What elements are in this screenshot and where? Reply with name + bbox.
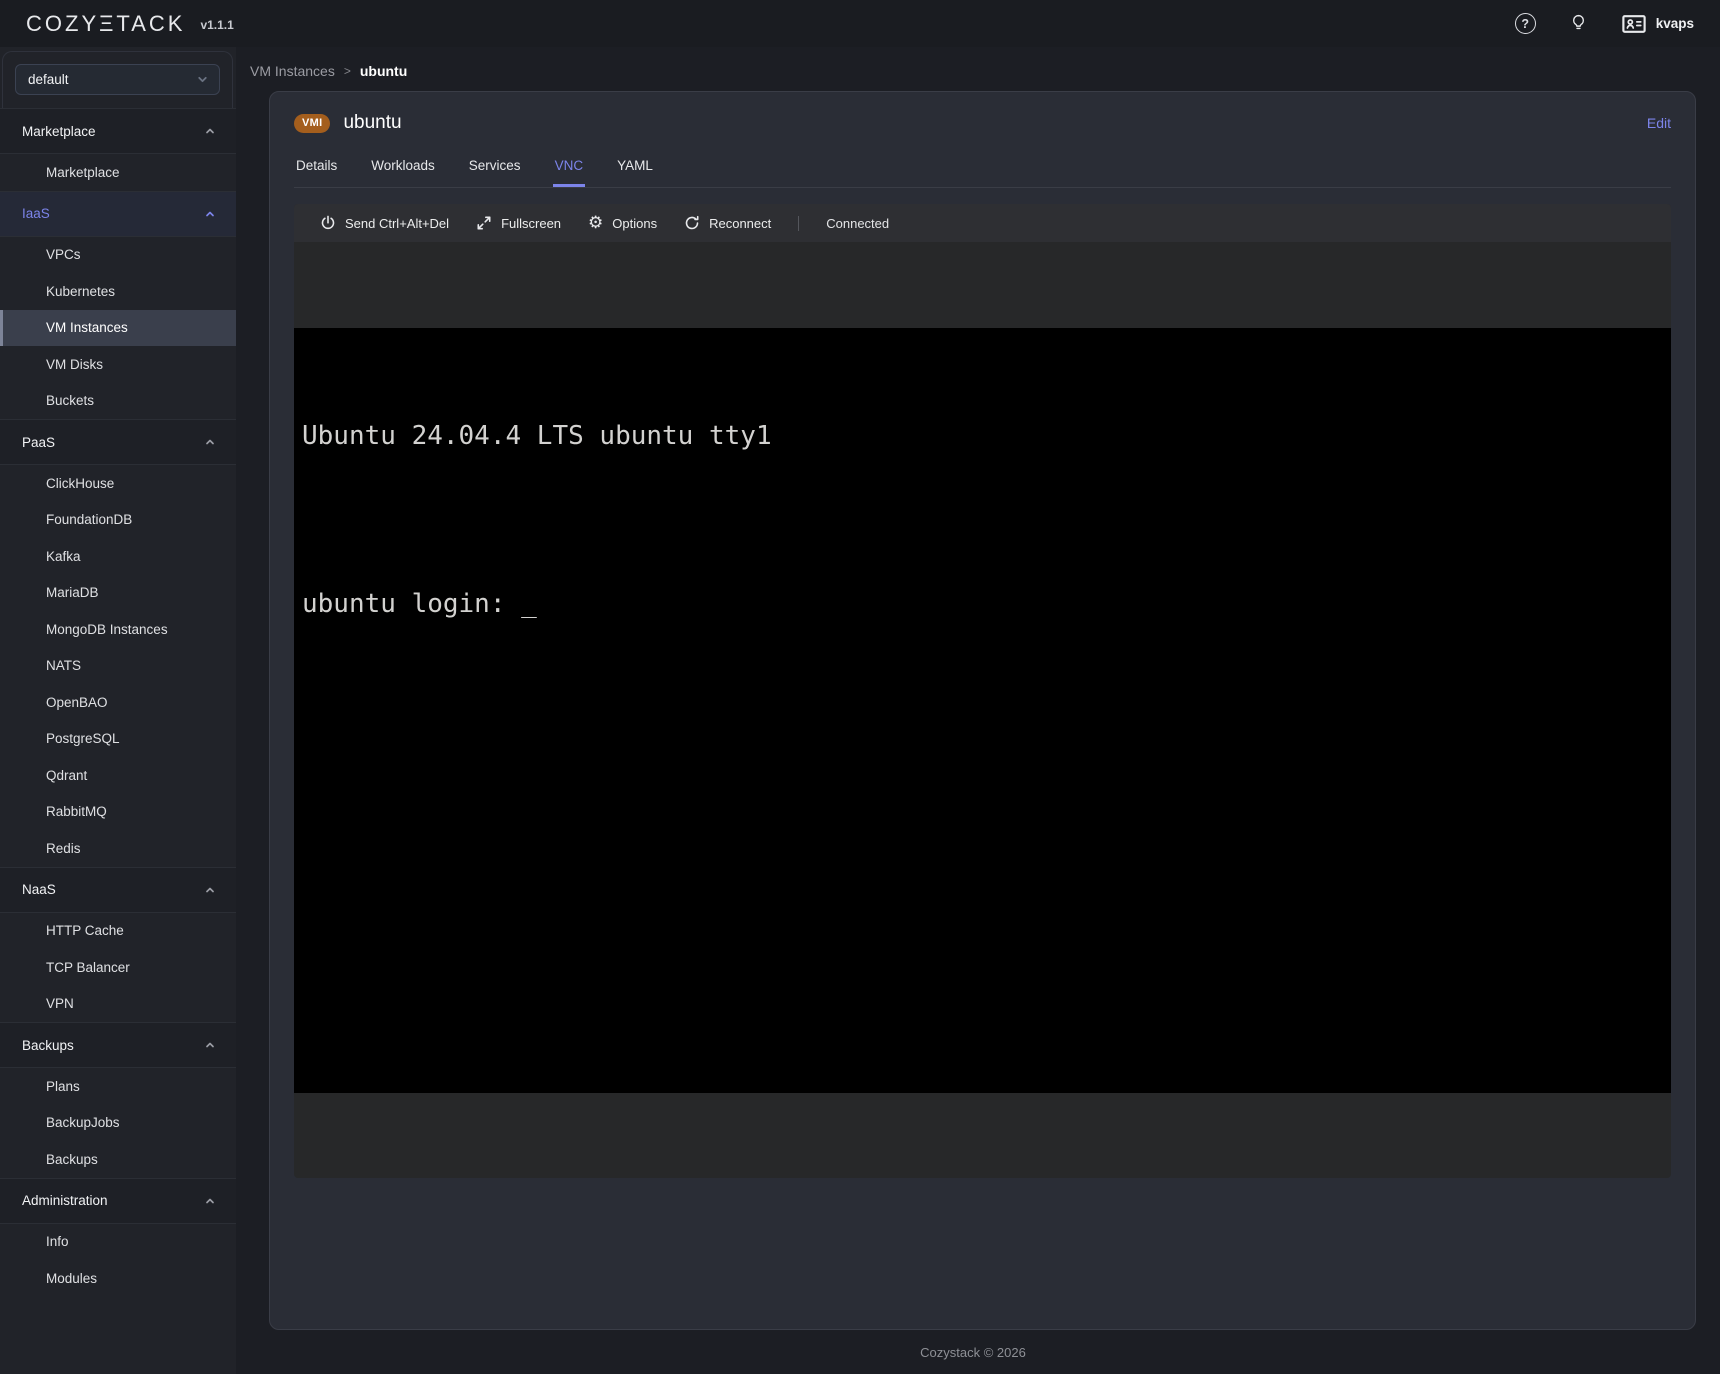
sidebar-item-kafka[interactable]: Kafka xyxy=(0,538,236,575)
tab-services[interactable]: Services xyxy=(467,150,523,187)
lightbulb-icon xyxy=(1568,13,1589,34)
sidebar-section-iaas[interactable]: IaaS xyxy=(0,191,236,237)
username: kvaps xyxy=(1656,16,1694,31)
terminal-prompt-line: ubuntu login: _ xyxy=(302,590,1671,618)
vnc-stage: Ubuntu 24.04.4 LTS ubuntu tty1 ubuntu lo… xyxy=(294,242,1671,1178)
gear-icon: ⚙ xyxy=(588,215,603,232)
chevron-up-icon xyxy=(204,1195,216,1207)
sidebar-item-vpn[interactable]: VPN xyxy=(0,986,236,1023)
vmi-kind-badge: VMI xyxy=(294,114,330,133)
sidebar-item-info[interactable]: Info xyxy=(0,1224,236,1261)
theme-toggle-button[interactable] xyxy=(1568,13,1589,34)
sidebar-item-vm-disks[interactable]: VM Disks xyxy=(0,346,236,383)
id-card-icon xyxy=(1621,13,1647,35)
card-header: VMI ubuntu Edit xyxy=(294,92,1671,134)
toolbar-divider xyxy=(798,216,799,231)
tab-bar: Details Workloads Services VNC YAML xyxy=(294,150,1671,188)
sidebar-item-mongodb-instances[interactable]: MongoDB Instances xyxy=(0,611,236,648)
sidebar-item-postgresql[interactable]: PostgreSQL xyxy=(0,721,236,758)
terminal-blank-line xyxy=(302,506,1671,534)
login-prompt: ubuntu login: xyxy=(302,589,521,619)
sidebar-item-nats[interactable]: NATS xyxy=(0,648,236,685)
sidebar-item-kubernetes[interactable]: Kubernetes xyxy=(0,273,236,310)
chevron-up-icon xyxy=(204,884,216,896)
terminal-cursor: _ xyxy=(521,589,537,619)
sidebar-item-modules[interactable]: Modules xyxy=(0,1260,236,1297)
reload-icon xyxy=(684,215,700,231)
main-content: VM Instances > ubuntu VMI ubuntu Edit De… xyxy=(236,47,1720,1374)
help-button[interactable]: ? xyxy=(1515,13,1536,34)
topbar: COZYΞTACK v1.1.1 ? kvaps xyxy=(0,0,1720,47)
sidebar-item-plans[interactable]: Plans xyxy=(0,1068,236,1105)
chevron-up-icon xyxy=(204,208,216,220)
breadcrumb-current: ubuntu xyxy=(360,63,407,79)
sidebar-item-http-cache[interactable]: HTTP Cache xyxy=(0,913,236,950)
sidebar-item-qdrant[interactable]: Qdrant xyxy=(0,757,236,794)
vm-detail-card: VMI ubuntu Edit Details Workloads Servic… xyxy=(269,91,1696,1330)
reconnect-button[interactable]: Reconnect xyxy=(684,215,771,231)
sidebar-item-vm-instances[interactable]: VM Instances xyxy=(0,310,236,347)
sidebar-item-tcp-balancer[interactable]: TCP Balancer xyxy=(0,949,236,986)
sidebar-item-marketplace[interactable]: Marketplace xyxy=(0,154,236,191)
sidebar-item-redis[interactable]: Redis xyxy=(0,830,236,867)
sidebar: default Marketplace Marketplace IaaS VPC… xyxy=(0,47,236,1374)
sidebar-item-backupjobs[interactable]: BackupJobs xyxy=(0,1105,236,1142)
sidebar-item-vpcs[interactable]: VPCs xyxy=(0,237,236,274)
vnc-panel: Send Ctrl+Alt+Del Fullscreen ⚙ Options xyxy=(294,204,1671,1178)
breadcrumb-separator: > xyxy=(344,64,351,78)
app-logo: COZYΞTACK xyxy=(26,11,185,37)
tab-workloads[interactable]: Workloads xyxy=(369,150,437,187)
page-title: ubuntu xyxy=(343,112,401,134)
vnc-toolbar: Send Ctrl+Alt+Del Fullscreen ⚙ Options xyxy=(294,204,1671,242)
topbar-actions: ? kvaps xyxy=(1515,13,1694,35)
chevron-up-icon xyxy=(204,1039,216,1051)
project-select[interactable]: default xyxy=(15,64,220,95)
chevron-up-icon xyxy=(204,125,216,137)
send-ctrl-alt-del-button[interactable]: Send Ctrl+Alt+Del xyxy=(320,215,449,231)
tab-details[interactable]: Details xyxy=(294,150,339,187)
chevron-down-icon xyxy=(196,73,209,86)
sidebar-item-clickhouse[interactable]: ClickHouse xyxy=(0,465,236,502)
vnc-console-screen[interactable]: Ubuntu 24.04.4 LTS ubuntu tty1 ubuntu lo… xyxy=(294,328,1671,1093)
project-select-value: default xyxy=(28,72,196,87)
user-menu[interactable]: kvaps xyxy=(1621,13,1694,35)
sidebar-section-naas[interactable]: NaaS xyxy=(0,867,236,913)
edit-button[interactable]: Edit xyxy=(1647,115,1671,131)
tab-vnc[interactable]: VNC xyxy=(553,150,586,187)
sidebar-item-foundationdb[interactable]: FoundationDB xyxy=(0,502,236,539)
sidebar-item-openbao[interactable]: OpenBAO xyxy=(0,684,236,721)
chevron-up-icon xyxy=(204,436,216,448)
fullscreen-button[interactable]: Fullscreen xyxy=(476,215,561,231)
sidebar-section-administration[interactable]: Administration xyxy=(0,1178,236,1224)
tab-yaml[interactable]: YAML xyxy=(615,150,655,187)
connection-status: Connected xyxy=(826,216,889,231)
page-footer: Cozystack © 2026 xyxy=(250,1330,1696,1374)
help-icon: ? xyxy=(1515,13,1536,34)
project-select-panel: default xyxy=(2,51,233,108)
terminal-output: Ubuntu 24.04.4 LTS ubuntu tty1 ubuntu lo… xyxy=(294,328,1671,674)
breadcrumb-vm-instances[interactable]: VM Instances xyxy=(250,63,335,79)
sidebar-section-backups[interactable]: Backups xyxy=(0,1022,236,1068)
power-icon xyxy=(320,215,336,231)
fullscreen-icon xyxy=(476,215,492,231)
footer-copyright: Cozystack © 2026 xyxy=(920,1345,1026,1360)
breadcrumb: VM Instances > ubuntu xyxy=(250,63,1696,79)
sidebar-item-mariadb[interactable]: MariaDB xyxy=(0,575,236,612)
terminal-line: Ubuntu 24.04.4 LTS ubuntu tty1 xyxy=(302,422,1671,450)
sidebar-item-rabbitmq[interactable]: RabbitMQ xyxy=(0,794,236,831)
options-button[interactable]: ⚙ Options xyxy=(588,215,657,232)
app-version: v1.1.1 xyxy=(200,18,233,32)
sidebar-item-backups[interactable]: Backups xyxy=(0,1141,236,1178)
sidebar-section-paas[interactable]: PaaS xyxy=(0,419,236,465)
sidebar-section-marketplace[interactable]: Marketplace xyxy=(0,108,236,154)
sidebar-item-buckets[interactable]: Buckets xyxy=(0,383,236,420)
